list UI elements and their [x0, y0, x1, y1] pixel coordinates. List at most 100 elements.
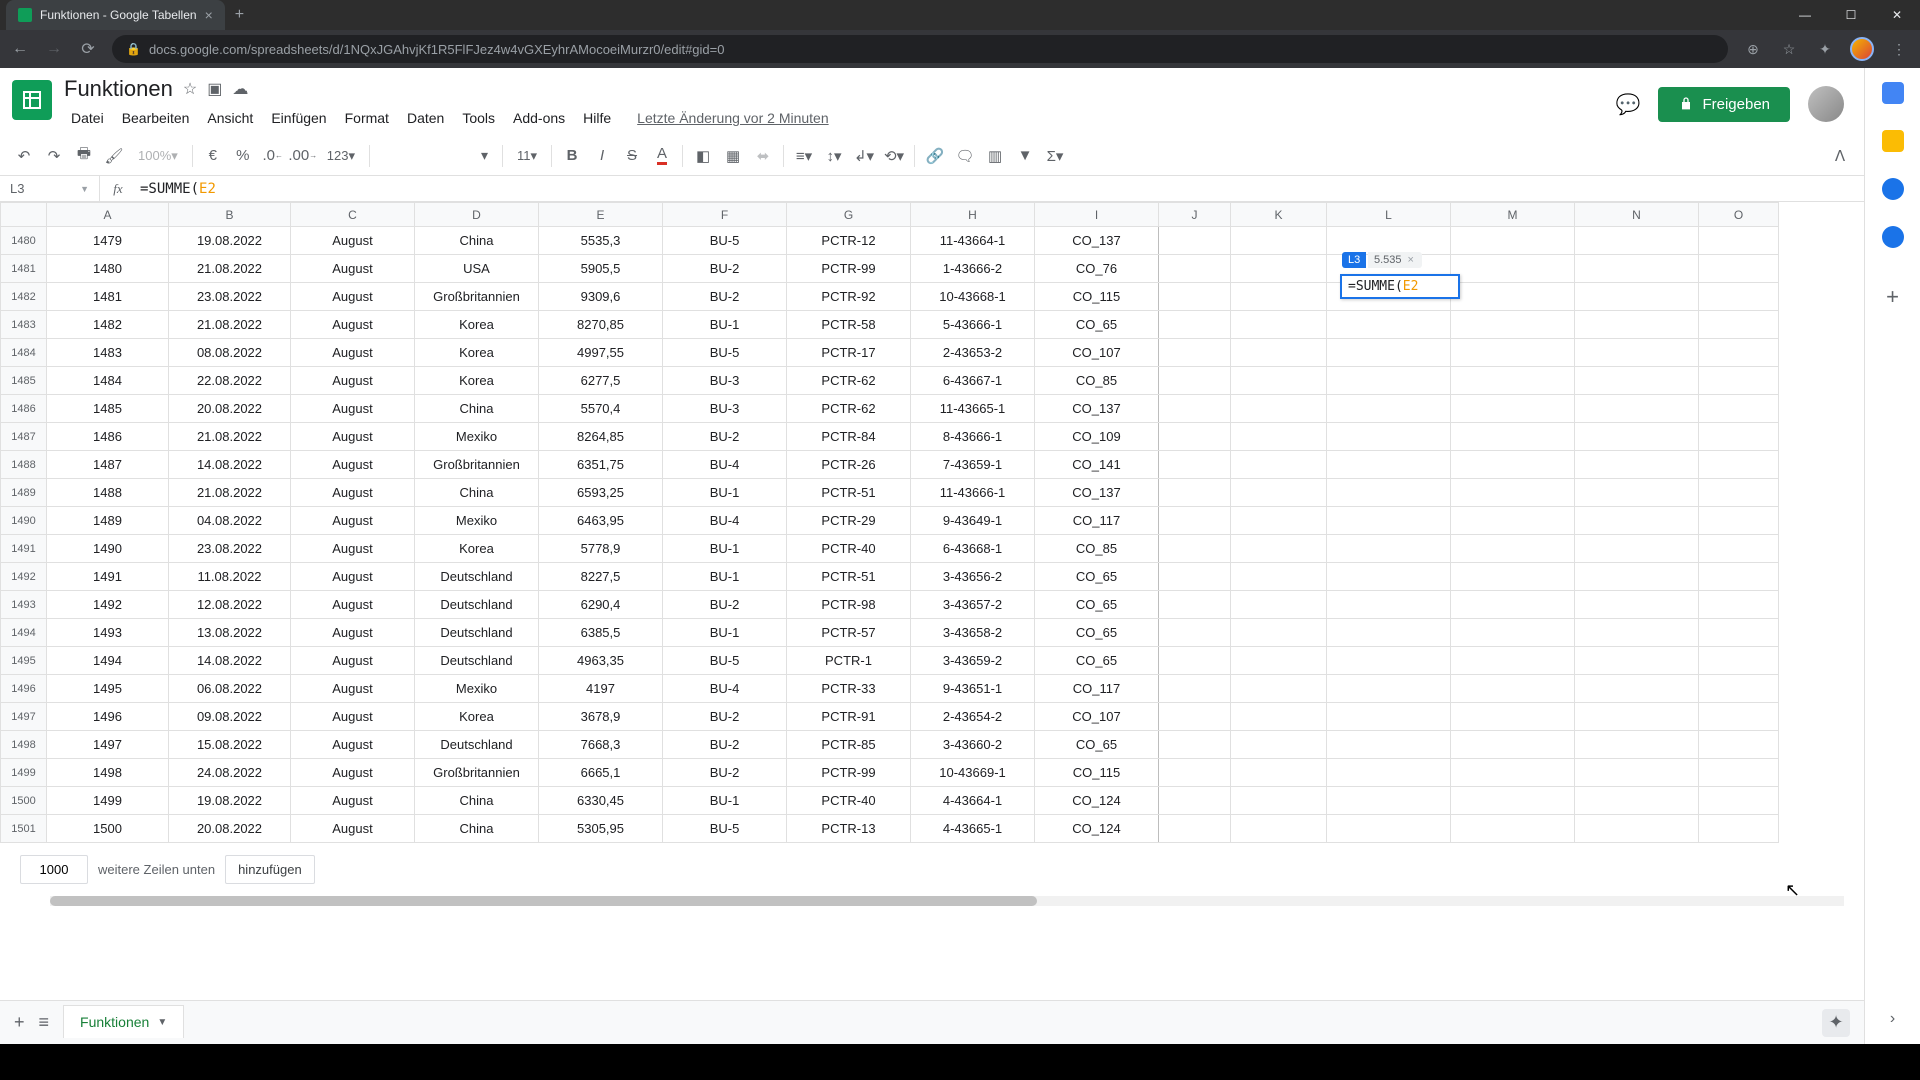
cell[interactable]: BU-1: [663, 479, 787, 507]
cell[interactable]: 1497: [47, 731, 169, 759]
table-row[interactable]: 1499149824.08.2022AugustGroßbritannien66…: [1, 759, 1779, 787]
cell[interactable]: [1231, 675, 1327, 703]
cell[interactable]: 6330,45: [539, 787, 663, 815]
filter-icon[interactable]: ▼: [1011, 142, 1039, 170]
cell[interactable]: 8-43666-1: [911, 423, 1035, 451]
cell[interactable]: BU-5: [663, 647, 787, 675]
row-header[interactable]: 1499: [1, 759, 47, 787]
col-header[interactable]: B: [169, 203, 291, 227]
menu-file[interactable]: Datei: [64, 106, 111, 130]
cell[interactable]: [1699, 255, 1779, 283]
cell[interactable]: 4963,35: [539, 647, 663, 675]
cell[interactable]: [1231, 787, 1327, 815]
cell[interactable]: 1481: [47, 283, 169, 311]
cell[interactable]: [1699, 227, 1779, 255]
cell[interactable]: 4-43664-1: [911, 787, 1035, 815]
collapse-toolbar-icon[interactable]: ᐱ: [1826, 142, 1854, 170]
cell[interactable]: BU-1: [663, 311, 787, 339]
cell[interactable]: [1451, 507, 1575, 535]
chart-insert-icon[interactable]: ▥: [981, 142, 1009, 170]
cell[interactable]: [1231, 591, 1327, 619]
cell[interactable]: 1480: [47, 255, 169, 283]
cell[interactable]: PCTR-13: [787, 815, 911, 843]
cell[interactable]: CO_137: [1035, 227, 1159, 255]
col-header[interactable]: M: [1451, 203, 1575, 227]
add-sheet-icon[interactable]: +: [14, 1012, 25, 1033]
link-icon[interactable]: 🔗: [921, 142, 949, 170]
cell[interactable]: 5778,9: [539, 535, 663, 563]
cell[interactable]: CO_117: [1035, 675, 1159, 703]
cell[interactable]: [1699, 535, 1779, 563]
cell[interactable]: 6-43668-1: [911, 535, 1035, 563]
cell[interactable]: [1327, 675, 1451, 703]
cell[interactable]: CO_117: [1035, 507, 1159, 535]
cell[interactable]: August: [291, 787, 415, 815]
cell[interactable]: [1699, 591, 1779, 619]
cell[interactable]: PCTR-33: [787, 675, 911, 703]
cell[interactable]: [1575, 675, 1699, 703]
row-header[interactable]: 1501: [1, 815, 47, 843]
cell[interactable]: Mexiko: [415, 507, 539, 535]
cell[interactable]: 21.08.2022: [169, 479, 291, 507]
cell[interactable]: 1486: [47, 423, 169, 451]
cell[interactable]: PCTR-57: [787, 619, 911, 647]
cell[interactable]: [1231, 311, 1327, 339]
cell[interactable]: [1575, 507, 1699, 535]
cell[interactable]: BU-2: [663, 759, 787, 787]
cell[interactable]: [1575, 423, 1699, 451]
cell[interactable]: China: [415, 395, 539, 423]
cell[interactable]: August: [291, 535, 415, 563]
cell[interactable]: 6385,5: [539, 619, 663, 647]
row-header[interactable]: 1484: [1, 339, 47, 367]
nav-reload-icon[interactable]: ⟳: [78, 39, 98, 59]
cell[interactable]: [1451, 535, 1575, 563]
col-header[interactable]: O: [1699, 203, 1779, 227]
cell[interactable]: Großbritannien: [415, 759, 539, 787]
cell[interactable]: [1159, 311, 1231, 339]
cell[interactable]: [1575, 759, 1699, 787]
menu-view[interactable]: Ansicht: [200, 106, 260, 130]
cell[interactable]: [1451, 591, 1575, 619]
cell[interactable]: 11-43664-1: [911, 227, 1035, 255]
cell[interactable]: [1699, 283, 1779, 311]
cell[interactable]: August: [291, 563, 415, 591]
zoom-select[interactable]: 100% ▾: [130, 142, 186, 170]
cell[interactable]: BU-5: [663, 339, 787, 367]
table-row[interactable]: 1491149023.08.2022AugustKorea5778,9BU-1P…: [1, 535, 1779, 563]
cell[interactable]: Deutschland: [415, 563, 539, 591]
cell[interactable]: 23.08.2022: [169, 283, 291, 311]
col-header[interactable]: G: [787, 203, 911, 227]
cell[interactable]: [1699, 703, 1779, 731]
cell[interactable]: Korea: [415, 339, 539, 367]
cell[interactable]: 11-43666-1: [911, 479, 1035, 507]
spreadsheet-grid[interactable]: A B C D E F G H I J K L M N O: [0, 202, 1864, 1000]
cell[interactable]: August: [291, 479, 415, 507]
cell[interactable]: [1231, 227, 1327, 255]
cell[interactable]: [1575, 395, 1699, 423]
cell[interactable]: BU-4: [663, 507, 787, 535]
cell[interactable]: BU-5: [663, 815, 787, 843]
cell[interactable]: PCTR-62: [787, 367, 911, 395]
cell[interactable]: 14.08.2022: [169, 451, 291, 479]
cell[interactable]: Großbritannien: [415, 283, 539, 311]
cell[interactable]: [1451, 227, 1575, 255]
cell[interactable]: [1575, 311, 1699, 339]
cell[interactable]: [1575, 451, 1699, 479]
cell[interactable]: 3-43657-2: [911, 591, 1035, 619]
paint-format-icon[interactable]: 🖌: [100, 142, 128, 170]
cell[interactable]: PCTR-58: [787, 311, 911, 339]
add-rows-button[interactable]: hinzufügen: [225, 855, 315, 884]
share-button[interactable]: Freigeben: [1658, 87, 1790, 122]
cell[interactable]: 10-43669-1: [911, 759, 1035, 787]
cell[interactable]: 9309,6: [539, 283, 663, 311]
row-header[interactable]: 1492: [1, 563, 47, 591]
cell[interactable]: CO_115: [1035, 759, 1159, 787]
cell[interactable]: [1231, 731, 1327, 759]
cell[interactable]: BU-1: [663, 619, 787, 647]
cell[interactable]: [1699, 507, 1779, 535]
cell[interactable]: 4197: [539, 675, 663, 703]
cell[interactable]: 19.08.2022: [169, 787, 291, 815]
cell[interactable]: [1699, 423, 1779, 451]
cell[interactable]: BU-4: [663, 451, 787, 479]
cell[interactable]: [1159, 423, 1231, 451]
